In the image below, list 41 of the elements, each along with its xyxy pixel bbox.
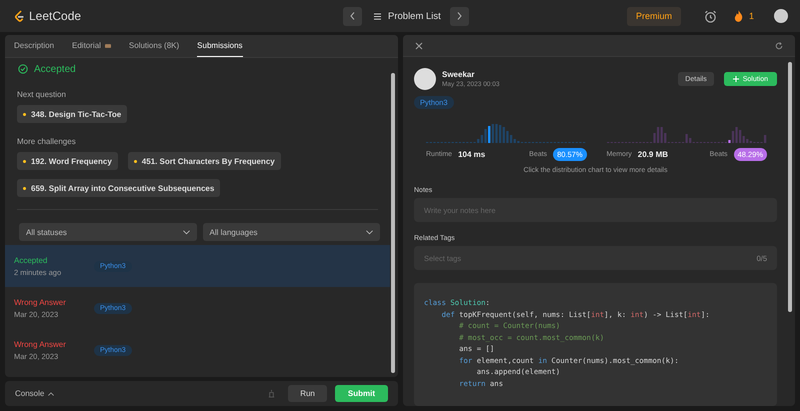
- question-chip[interactable]: 192. Word Frequency: [17, 152, 118, 170]
- run-button[interactable]: Run: [288, 385, 327, 402]
- previous-button[interactable]: [343, 6, 362, 26]
- logo-text[interactable]: LeetCode: [29, 9, 82, 23]
- alarm-clock-icon[interactable]: [704, 10, 717, 22]
- section-heading: Next question: [16, 89, 67, 101]
- question-chip[interactable]: 451. Sort Characters By Frequency: [128, 152, 281, 170]
- question-chip[interactable]: 659. Split Array into Consecutive Subsequences: [17, 179, 220, 197]
- user-avatar: [414, 68, 436, 90]
- chevron-right-icon: [456, 12, 462, 20]
- video-icon: [104, 44, 111, 48]
- streak-count: 1: [748, 11, 754, 21]
- user-name[interactable]: Sweekar: [442, 70, 500, 79]
- submission-status: Accepted: [14, 256, 48, 264]
- console-toggle[interactable]: Console: [15, 389, 54, 398]
- filter-dropdown[interactable]: All languages: [202, 223, 380, 241]
- refresh-icon[interactable]: [775, 42, 783, 50]
- close-icon[interactable]: [415, 42, 423, 50]
- tab[interactable]: Editorial: [72, 35, 111, 57]
- next-button[interactable]: [450, 6, 469, 26]
- filter-dropdown[interactable]: All statuses: [19, 223, 196, 241]
- logo-icon: [14, 10, 25, 22]
- flame-icon[interactable]: [734, 10, 743, 22]
- tab[interactable]: Description: [14, 35, 54, 57]
- problem-list-link[interactable]: Problem List: [388, 10, 441, 22]
- chevron-up-icon: [48, 392, 54, 396]
- result-status: Accepted: [34, 64, 76, 74]
- plus-icon: [732, 76, 739, 82]
- list-icon: [374, 12, 381, 20]
- question-chip[interactable]: 348. Design Tic-Tac-Toe: [17, 105, 128, 123]
- chevron-down-icon: [182, 230, 190, 234]
- tab[interactable]: Submissions: [197, 35, 243, 57]
- stat-value: 20.9 MB: [638, 150, 668, 159]
- avatar[interactable]: [774, 9, 788, 23]
- chevron-down-icon: [366, 230, 373, 234]
- check-circle-icon: [18, 64, 28, 74]
- premium-button[interactable]: Premium: [626, 6, 681, 26]
- section-heading: More challenges: [16, 136, 77, 148]
- stat-value: 104 ms: [458, 150, 486, 159]
- tab[interactable]: Solutions (8K): [128, 35, 180, 57]
- chevron-left-icon: [350, 12, 355, 20]
